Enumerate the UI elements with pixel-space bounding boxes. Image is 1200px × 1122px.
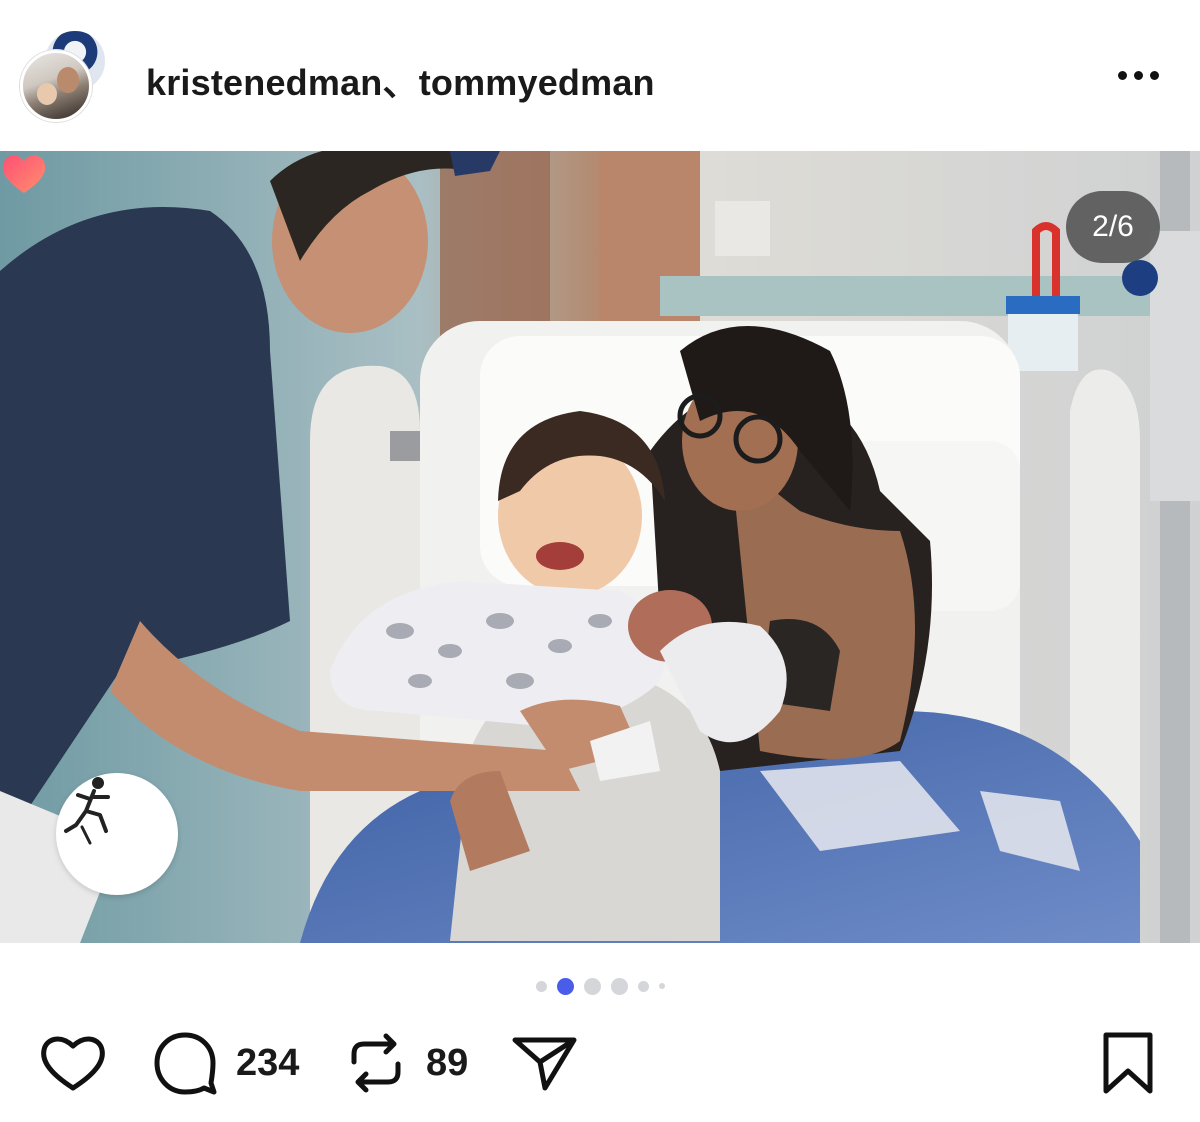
post-photo[interactable]: 2/6	[0, 151, 1200, 943]
repost-icon	[351, 1033, 401, 1093]
carousel-dot-active	[557, 977, 574, 995]
comment-button[interactable]: 234	[152, 1025, 299, 1101]
carousel-dot	[584, 977, 601, 995]
comments-count: 234	[236, 1041, 300, 1084]
runner-icon	[64, 777, 110, 845]
share-button[interactable]	[510, 1025, 580, 1101]
carousel-dot	[611, 977, 628, 995]
reposts-count: 89	[426, 1041, 469, 1084]
runner-sticker[interactable]	[56, 773, 178, 895]
coauthor-avatars[interactable]	[20, 28, 112, 122]
post-header: kristenedman、tommyedman	[0, 0, 1200, 150]
more-options-button[interactable]	[1112, 60, 1164, 90]
heart-icon	[41, 1036, 105, 1091]
send-icon	[512, 1037, 577, 1091]
slide-counter: 2/6	[1066, 191, 1160, 263]
avatar-kristenedman[interactable]	[20, 50, 92, 122]
photo-illustration	[0, 151, 1200, 943]
save-button[interactable]	[1100, 1025, 1156, 1101]
comment-icon	[154, 1032, 217, 1095]
post-actions: 234 89	[0, 1025, 1200, 1101]
post-authors[interactable]: kristenedman、tommyedman	[146, 54, 655, 106]
carousel-dot	[536, 980, 547, 992]
carousel-dot	[638, 980, 649, 992]
repost-button[interactable]: 89	[346, 1025, 468, 1101]
more-icon	[1117, 70, 1159, 80]
bookmark-icon	[1103, 1032, 1153, 1094]
heart-reaction-icon	[2, 155, 46, 193]
carousel-indicator	[536, 976, 665, 996]
carousel-dot	[659, 983, 665, 989]
like-button[interactable]	[38, 1025, 108, 1101]
